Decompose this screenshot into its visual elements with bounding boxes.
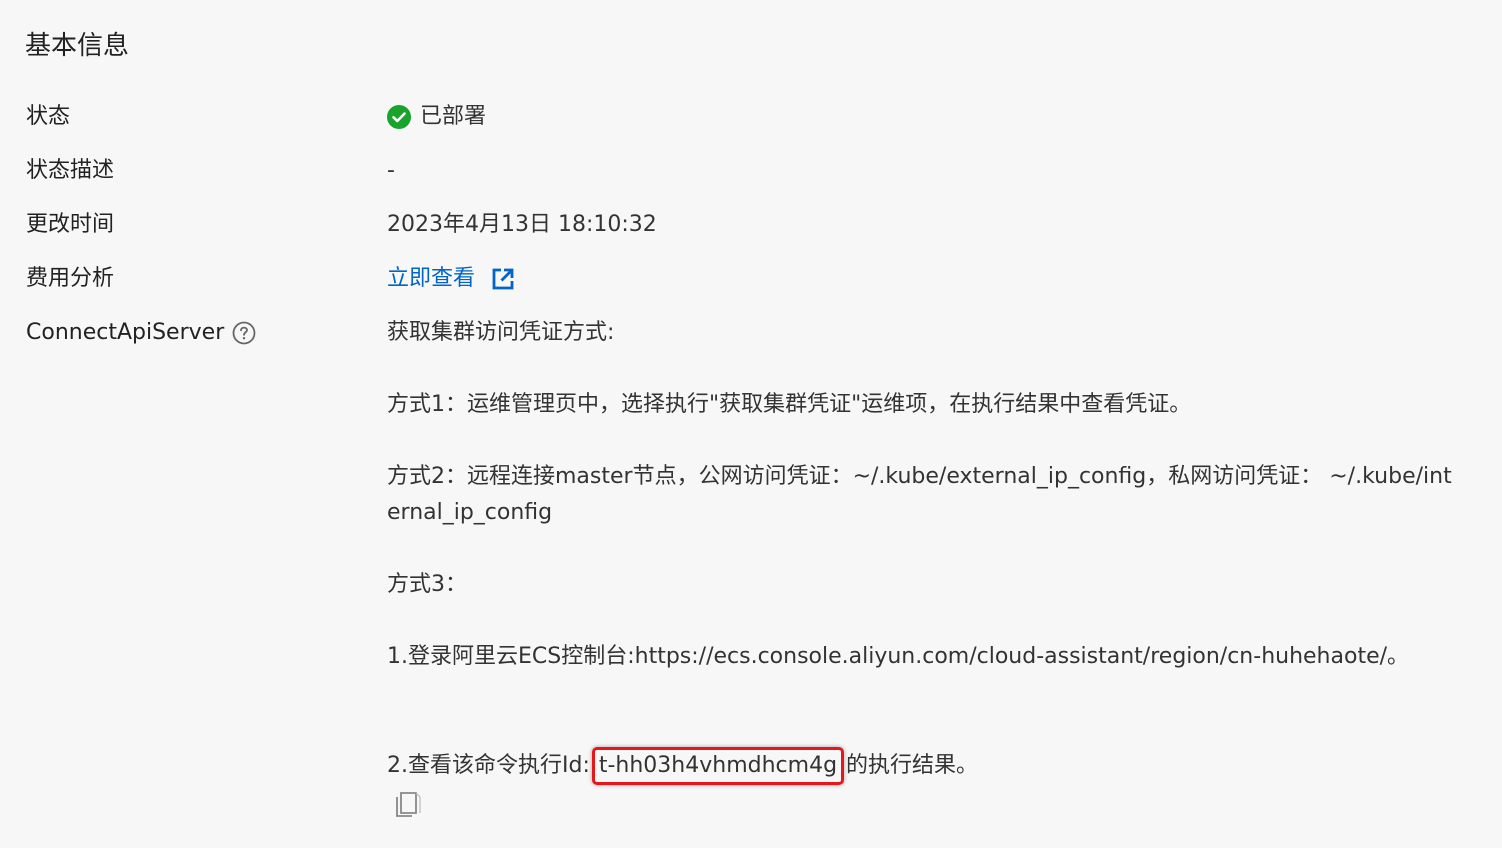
api-step-2: 2.查看该命令执行Id: t-hh03h4vhmdhcm4g 的执行结果。 — [387, 747, 978, 785]
command-id[interactable]: t-hh03h4vhmdhcm4g — [591, 747, 845, 785]
view-cost-link[interactable]: 立即查看 — [387, 263, 515, 295]
section-title: 基本信息 — [25, 31, 130, 61]
api-label-text: ConnectApiServer — [26, 320, 225, 345]
basic-info-panel: 基本信息 状态 已部署 状态描述 - 更改时间 2023年4月13日 18:10… — [0, 0, 1502, 848]
status-label: 状态 — [26, 104, 71, 129]
cost-label: 费用分析 — [26, 266, 115, 291]
api-label: ConnectApiServer — [26, 317, 256, 349]
updated-value: 2023年4月13日 18:10:32 — [387, 212, 657, 237]
api-step-2-prefix: 2.查看该命令执行Id: — [387, 753, 590, 778]
copy-icon[interactable] — [395, 788, 423, 818]
question-circle-icon[interactable] — [232, 321, 256, 345]
api-step-2-suffix: 的执行结果。 — [846, 753, 979, 778]
status-desc-value: - — [387, 158, 395, 183]
check-circle-icon — [387, 105, 411, 129]
updated-label: 更改时间 — [26, 212, 115, 237]
view-cost-link-text: 立即查看 — [387, 266, 476, 291]
api-step-1: 1.登录阿里云ECS控制台:https://ecs.console.aliyun… — [387, 644, 1410, 669]
status-value: 已部署 — [387, 101, 486, 133]
status-desc-label: 状态描述 — [26, 158, 115, 183]
cost-value: 立即查看 — [387, 263, 515, 295]
external-link-icon — [492, 268, 514, 290]
api-method-1: 方式1：运维管理页中，选择执行"获取集群凭证"运维项，在执行结果中查看凭证。 — [387, 392, 1192, 417]
status-text: 已部署 — [420, 104, 487, 129]
api-method-3: 方式3： — [387, 572, 467, 597]
api-method-2: 方式2：远程连接master节点，公网访问凭证：~/.kube/external… — [387, 464, 1452, 525]
api-intro: 获取集群访问凭证方式: — [387, 320, 615, 345]
